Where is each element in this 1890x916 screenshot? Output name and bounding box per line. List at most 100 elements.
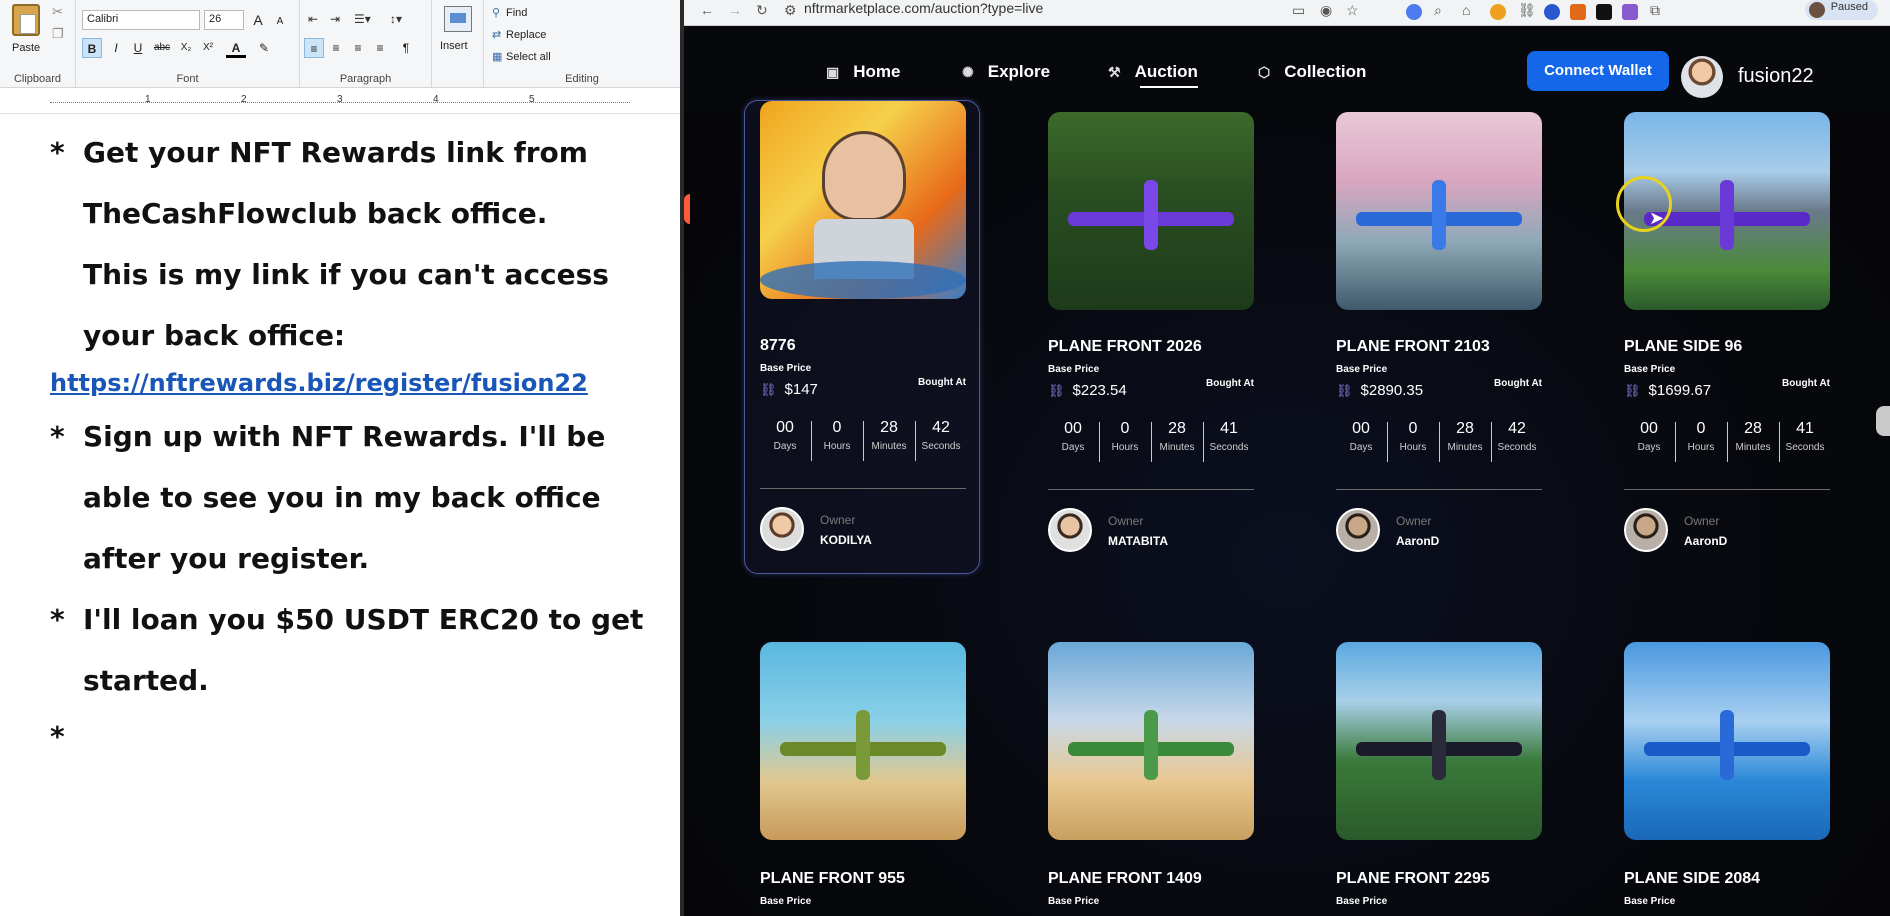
nft-title[interactable]: PLANE FRONT 2103	[1336, 338, 1490, 356]
scroll-handle[interactable]	[1876, 406, 1890, 436]
search-icon[interactable]: ⌕	[1434, 2, 1442, 19]
nft-image[interactable]	[1048, 112, 1254, 310]
strikethrough-button[interactable]: abc	[152, 38, 172, 58]
shrink-font-button[interactable]: A	[270, 12, 290, 32]
owner-name[interactable]: AaronD	[1396, 534, 1439, 548]
side-handle[interactable]	[684, 194, 690, 224]
extension-icon[interactable]	[1596, 4, 1612, 20]
owner-name[interactable]: KODILYA	[820, 533, 872, 547]
nft-image[interactable]	[760, 642, 966, 840]
countdown-timer: 00 Days 0 Hours 28 Minutes 41 Seconds	[1624, 420, 1830, 464]
align-center-icon[interactable]: ≡	[326, 38, 346, 58]
nft-card[interactable]: PLANE SIDE 2084 Base Price	[1624, 642, 1830, 916]
nft-title[interactable]: PLANE FRONT 2295	[1336, 870, 1490, 888]
bold-button[interactable]: B	[82, 38, 102, 58]
address-bar[interactable]: nftrmarketplace.com/auction?type=live	[804, 0, 1043, 16]
nft-image[interactable]	[1336, 112, 1542, 310]
home-nav-icon: ▣	[826, 64, 840, 80]
picture-icon[interactable]	[444, 6, 472, 32]
grow-font-button[interactable]: A	[248, 10, 268, 30]
home-icon[interactable]: ⌂	[1462, 2, 1470, 18]
username[interactable]: fusion22	[1738, 65, 1814, 88]
shield-icon[interactable]	[1544, 4, 1560, 20]
nav-auction[interactable]: ⚒ Auction	[1108, 62, 1198, 88]
replace-button[interactable]: ⇄ Replace	[492, 28, 546, 41]
nft-image[interactable]	[1624, 642, 1830, 840]
bullet-list-icon[interactable]: ☰▾	[354, 12, 371, 26]
decrease-indent-icon[interactable]: ⇤	[308, 12, 318, 26]
nav-collection[interactable]: ⬡ Collection	[1258, 62, 1366, 82]
underline-button[interactable]: U	[128, 38, 148, 58]
copy-icon[interactable]: ❐	[52, 26, 64, 42]
back-icon[interactable]: ←	[700, 2, 714, 18]
extension-icon[interactable]	[1490, 4, 1506, 20]
nft-card[interactable]: PLANE FRONT 2103 Base Price ⛓ $2890.35 Bo…	[1336, 112, 1542, 574]
nft-card[interactable]: PLANE FRONT 1409 Base Price	[1048, 642, 1254, 916]
owner-name[interactable]: MATABITA	[1108, 534, 1168, 548]
italic-button[interactable]: I	[106, 38, 126, 58]
owner-avatar[interactable]	[1624, 508, 1668, 552]
justify-icon[interactable]: ≡	[370, 38, 390, 58]
owner-avatar[interactable]	[760, 507, 804, 551]
align-right-icon[interactable]: ≡	[348, 38, 368, 58]
owner-avatar[interactable]	[1336, 508, 1380, 552]
extensions-puzzle-icon[interactable]: ⧉	[1650, 2, 1660, 19]
nft-card[interactable]: 8776 Base Price ⛓ $147 Bought At 00 Days 0…	[744, 100, 980, 574]
font-color-button[interactable]: A	[226, 38, 246, 58]
document-area[interactable]: * Get your NFT Rewards link from TheCash…	[0, 116, 680, 916]
owner-name[interactable]: AaronD	[1684, 534, 1727, 548]
font-size-select[interactable]: 26	[204, 10, 244, 30]
nft-image[interactable]	[1048, 642, 1254, 840]
insert-button[interactable]: Insert	[440, 40, 468, 52]
pool-icon	[760, 261, 966, 299]
nft-title[interactable]: PLANE SIDE 2084	[1624, 870, 1760, 888]
countdown-seconds: 42 Seconds	[1497, 420, 1537, 453]
superscript-button[interactable]: X²	[198, 38, 218, 58]
countdown-minutes: 28 Minutes	[1447, 420, 1483, 453]
owner-avatar[interactable]	[1048, 508, 1092, 552]
select-all-button[interactable]: ▦ Select all	[492, 50, 551, 63]
nft-title[interactable]: PLANE FRONT 955	[760, 870, 905, 888]
connect-wallet-button[interactable]: Connect Wallet	[1527, 51, 1669, 91]
increase-indent-icon[interactable]: ⇥	[330, 12, 340, 26]
nft-title[interactable]: PLANE FRONT 1409	[1048, 870, 1202, 888]
cut-icon[interactable]: ✂	[52, 4, 63, 20]
nft-title[interactable]: 8776	[760, 337, 796, 355]
gavel-icon: ⚒	[1108, 64, 1121, 80]
eye-off-icon[interactable]: ◉	[1320, 2, 1332, 19]
user-avatar[interactable]	[1681, 56, 1723, 98]
highlight-pen-icon[interactable]: ✎	[254, 38, 274, 58]
countdown-hours: 0 Hours	[823, 419, 851, 452]
nft-image[interactable]	[760, 101, 966, 299]
subscript-button[interactable]: X₂	[176, 38, 196, 58]
nft-card[interactable]: PLANE FRONT 2026 Base Price ⛓ $223.54 Bou…	[1048, 112, 1254, 574]
ruler[interactable]: 1 2 3 4 5	[0, 94, 680, 114]
nft-card[interactable]: PLANE FRONT 955 Base Price	[760, 642, 966, 916]
extension-icon[interactable]	[1406, 4, 1422, 20]
nav-home[interactable]: ▣ Home	[826, 62, 900, 82]
nft-title[interactable]: PLANE FRONT 2026	[1048, 338, 1202, 356]
paste-button[interactable]: Paste	[12, 42, 40, 54]
reload-icon[interactable]: ↻	[756, 2, 768, 19]
star-icon[interactable]: ☆	[1346, 2, 1359, 19]
metamask-icon[interactable]	[1570, 4, 1586, 20]
nft-card[interactable]: PLANE FRONT 2295 Base Price	[1336, 642, 1542, 916]
forward-icon[interactable]: →	[728, 2, 742, 18]
nft-image[interactable]	[1336, 642, 1542, 840]
register-link[interactable]: https://nftrewards.biz/register/fusion22	[50, 369, 588, 397]
base-price-label: Base Price	[1624, 364, 1676, 375]
extension-icon[interactable]	[1622, 4, 1638, 20]
profile-paused-badge[interactable]: Paused	[1804, 0, 1878, 20]
nav-explore[interactable]: ✺ Explore	[962, 62, 1050, 82]
nft-title[interactable]: PLANE SIDE 96	[1624, 338, 1742, 356]
align-left-icon[interactable]: ≡	[304, 38, 324, 58]
card-divider	[760, 488, 966, 489]
site-info-icon[interactable]: ⚙	[784, 2, 797, 19]
install-icon[interactable]: ▭	[1292, 2, 1305, 19]
find-button[interactable]: ⚲ Find	[492, 6, 527, 19]
paste-icon[interactable]	[12, 4, 40, 36]
link-icon[interactable]: ⛓	[1518, 2, 1536, 19]
paragraph-icon[interactable]: ¶	[396, 38, 416, 58]
font-name-select[interactable]: Calibri	[82, 10, 200, 30]
line-spacing-icon[interactable]: ↕▾	[390, 12, 402, 26]
